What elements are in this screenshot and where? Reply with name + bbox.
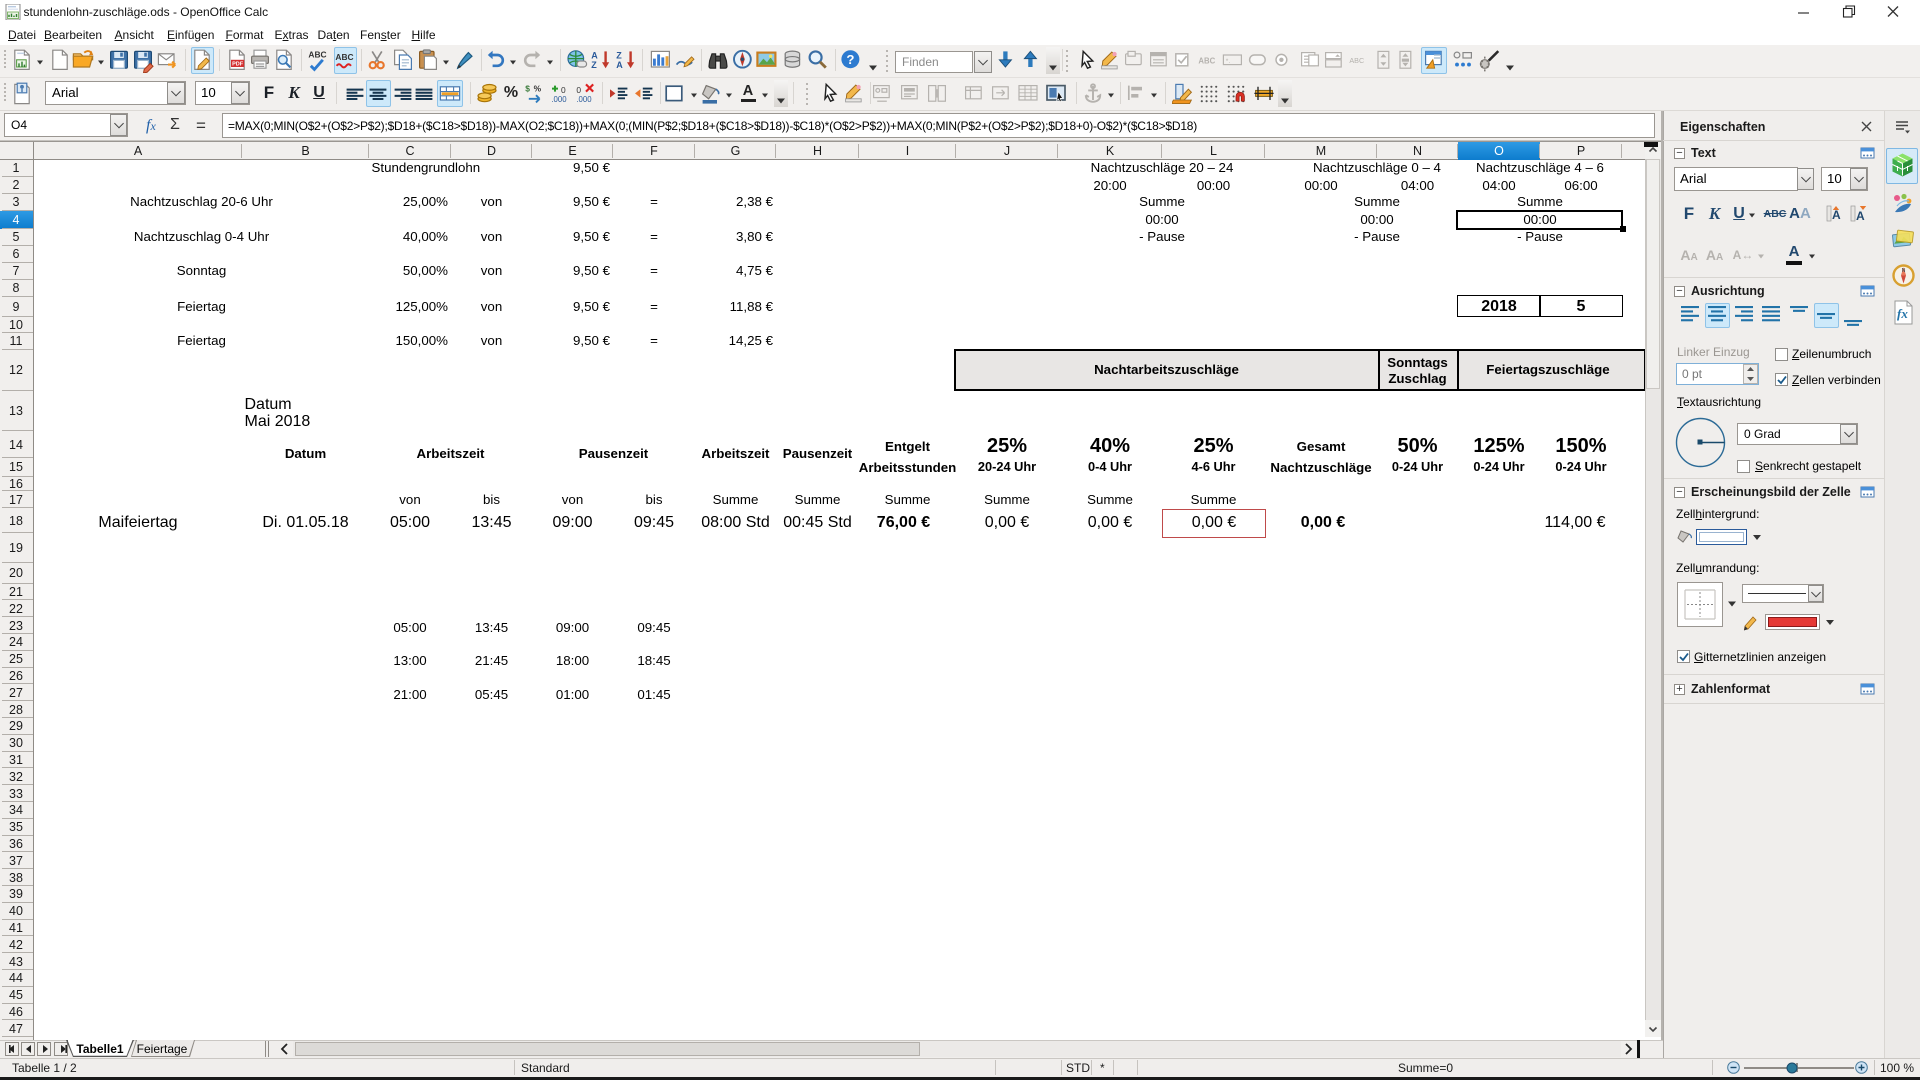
svg-text:0: 0 bbox=[576, 85, 581, 95]
svg-text:A: A bbox=[616, 60, 623, 70]
svg-text:?: ? bbox=[846, 52, 854, 67]
svg-text:N: N bbox=[1902, 268, 1906, 274]
svg-text:A: A bbox=[591, 51, 598, 61]
svg-text:.000: .000 bbox=[576, 95, 592, 104]
svg-text:Z: Z bbox=[616, 51, 622, 61]
svg-text:PDF: PDF bbox=[232, 62, 244, 68]
svg-text:$: $ bbox=[525, 84, 530, 94]
svg-text:.000: .000 bbox=[551, 95, 567, 104]
svg-text:*.: *. bbox=[1226, 58, 1231, 65]
svg-text:%: % bbox=[534, 84, 542, 94]
svg-text:fx: fx bbox=[1897, 306, 1908, 321]
svg-text:ABC: ABC bbox=[1198, 56, 1215, 65]
svg-text:ABC: ABC bbox=[335, 52, 353, 62]
svg-text:A: A bbox=[1856, 209, 1865, 223]
svg-text:0: 0 bbox=[561, 85, 566, 95]
svg-text:ABC: ABC bbox=[1349, 56, 1364, 65]
svg-text:A: A bbox=[1832, 208, 1841, 222]
svg-text:ABC: ABC bbox=[308, 49, 326, 59]
svg-text:Z: Z bbox=[591, 60, 597, 70]
